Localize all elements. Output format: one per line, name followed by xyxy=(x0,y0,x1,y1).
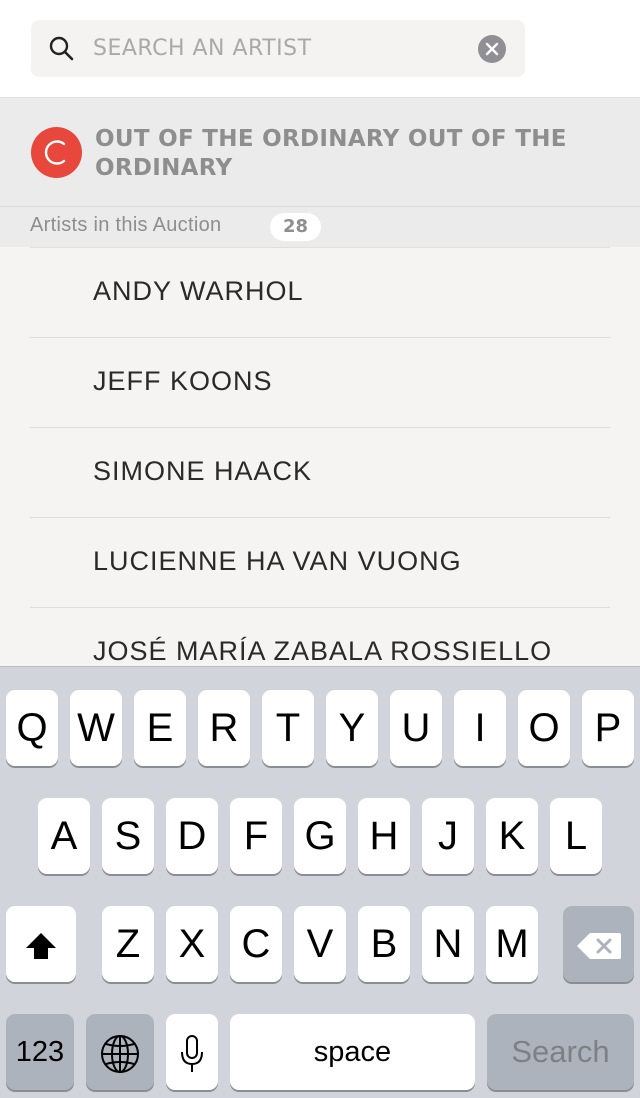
key-p[interactable]: P xyxy=(582,690,634,766)
key-s[interactable]: S xyxy=(102,798,154,874)
backspace-icon xyxy=(576,922,622,966)
key-c[interactable]: C xyxy=(230,906,282,982)
on-screen-keyboard: Q W E R T Y U I O P A S D F G H J K L Z … xyxy=(0,666,640,1098)
artist-name: SIMONE HAACK xyxy=(93,456,313,486)
list-item[interactable]: ANDY WARHOL xyxy=(30,247,610,337)
globe-icon xyxy=(100,1030,140,1074)
artist-name: JOSÉ MARÍA ZABALA ROSSIELLO xyxy=(93,636,553,666)
key-i[interactable]: I xyxy=(454,690,506,766)
dictation-key[interactable] xyxy=(166,1014,218,1090)
clear-search-icon[interactable] xyxy=(478,35,506,63)
key-g[interactable]: G xyxy=(294,798,346,874)
delete-key[interactable] xyxy=(563,906,634,982)
artist-name: LUCIENNE HA VAN VUONG xyxy=(93,546,462,576)
space-key[interactable]: space xyxy=(230,1014,475,1090)
key-z[interactable]: Z xyxy=(102,906,154,982)
section-label: Artists in this Auction xyxy=(30,214,222,236)
search-key[interactable]: Search xyxy=(487,1014,634,1090)
key-q[interactable]: Q xyxy=(6,690,58,766)
key-w[interactable]: W xyxy=(70,690,122,766)
key-r[interactable]: R xyxy=(198,690,250,766)
search-icon xyxy=(49,36,75,62)
key-n[interactable]: N xyxy=(422,906,474,982)
key-k[interactable]: K xyxy=(486,798,538,874)
key-b[interactable]: B xyxy=(358,906,410,982)
key-d[interactable]: D xyxy=(166,798,218,874)
list-item[interactable]: LUCIENNE HA VAN VUONG xyxy=(30,517,610,607)
auction-title: OUT OF THE ORDINARY OUT OF THE ORDINARY xyxy=(95,126,567,181)
key-x[interactable]: X xyxy=(166,906,218,982)
microphone-icon xyxy=(179,1030,205,1074)
shift-key[interactable] xyxy=(6,906,76,982)
numbers-key[interactable]: 123 xyxy=(6,1014,74,1090)
key-l[interactable]: L xyxy=(550,798,602,874)
key-u[interactable]: U xyxy=(390,690,442,766)
key-t[interactable]: T xyxy=(262,690,314,766)
list-item[interactable]: JEFF KOONS xyxy=(30,337,610,427)
artists-section-header: Artists in this Auction 28 xyxy=(0,207,640,247)
shift-icon xyxy=(24,922,58,966)
key-o[interactable]: O xyxy=(518,690,570,766)
list-item[interactable]: SIMONE HAACK xyxy=(30,427,610,517)
key-h[interactable]: H xyxy=(358,798,410,874)
list-item[interactable]: JOSÉ MARÍA ZABALA ROSSIELLO xyxy=(30,607,610,666)
search-input[interactable] xyxy=(93,28,463,69)
auction-header[interactable]: OUT OF THE ORDINARY OUT OF THE ORDINARY xyxy=(0,97,640,207)
key-e[interactable]: E xyxy=(134,690,186,766)
key-a[interactable]: A xyxy=(38,798,90,874)
key-j[interactable]: J xyxy=(422,798,474,874)
artist-name: JEFF KOONS xyxy=(93,366,273,396)
artist-list[interactable]: ANDY WARHOL JEFF KOONS SIMONE HAACK LUCI… xyxy=(0,247,640,666)
artist-count-badge: 28 xyxy=(270,213,322,241)
key-f[interactable]: F xyxy=(230,798,282,874)
search-header xyxy=(0,0,640,97)
key-m[interactable]: M xyxy=(486,906,538,982)
key-v[interactable]: V xyxy=(294,906,346,982)
auction-logo-icon xyxy=(31,127,82,178)
key-y[interactable]: Y xyxy=(326,690,378,766)
artist-name: ANDY WARHOL xyxy=(93,276,304,306)
search-box[interactable] xyxy=(31,20,525,77)
globe-key[interactable] xyxy=(86,1014,154,1090)
